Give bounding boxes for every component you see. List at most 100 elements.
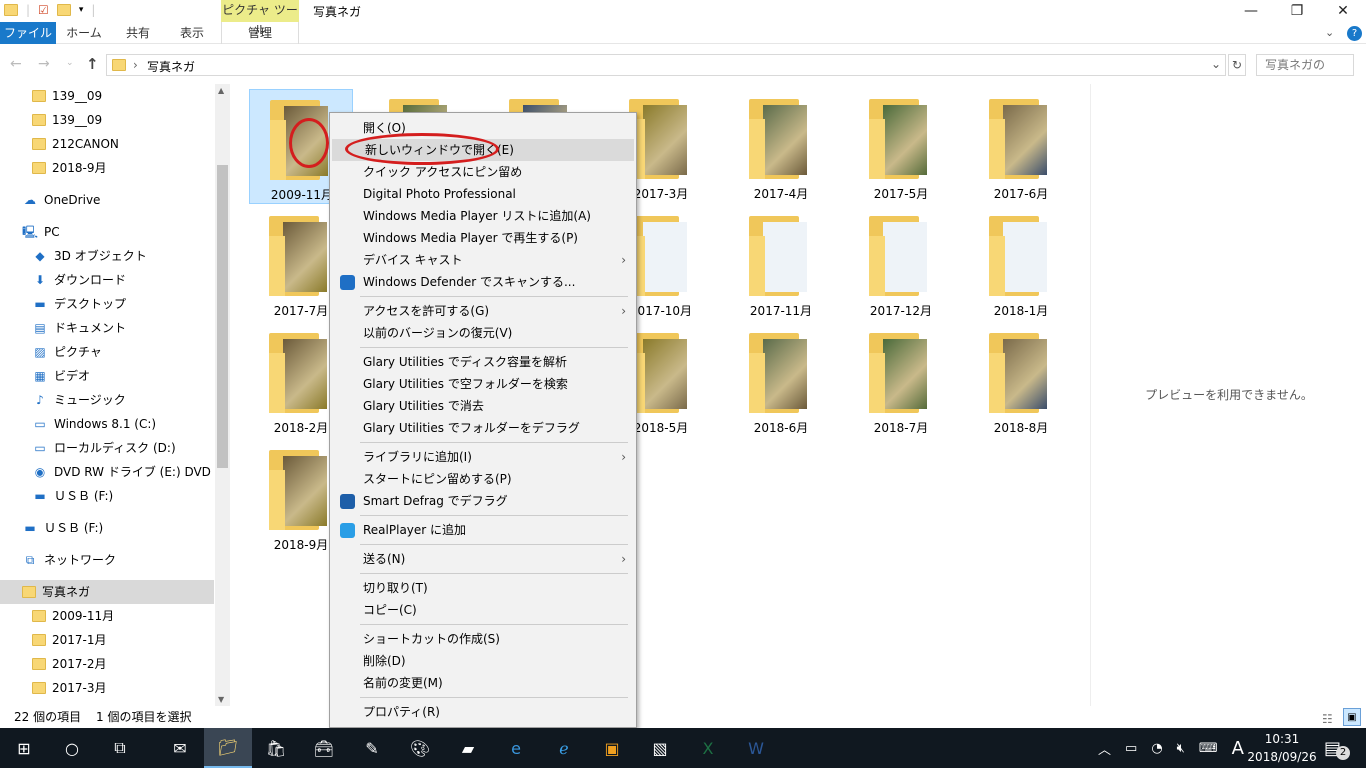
menu-item[interactable]: RealPlayer に追加 [330,519,636,541]
details-view-button[interactable]: ☷ [1322,710,1333,728]
clock[interactable]: 10:31 2018/09/26 [1247,728,1316,768]
nav-item[interactable]: ▭ Windows 8.1 (C:) [0,412,214,436]
menu-item[interactable]: クイック アクセスにピン留め [330,161,636,183]
folder-item[interactable]: 2017-5月 [849,89,953,204]
internet-explorer-icon[interactable]: ℯ [540,728,588,768]
menu-item[interactable]: 削除(D) [330,650,636,672]
address-dropdown-icon[interactable]: ⌄ [1211,57,1221,71]
maximize-button[interactable]: ❐ [1274,0,1320,22]
menu-item[interactable]: 以前のバージョンの復元(V) [330,322,636,344]
nav-item[interactable]: 🖳 PC [0,220,214,244]
cortana-icon[interactable]: ○ [48,728,96,768]
nav-item[interactable]: 139__09 [0,108,214,132]
menu-item[interactable]: Windows Media Player で再生する(P) [330,227,636,249]
palette-icon[interactable]: 🎨︎ [396,728,444,768]
menu-item[interactable]: Glary Utilities で消去 [330,395,636,417]
menu-item[interactable]: Glary Utilities で空フォルダーを検索 [330,373,636,395]
nav-item[interactable]: ▨ ピクチャ [0,340,214,364]
nav-item[interactable]: ▭ ローカルディスク (D:) [0,436,214,460]
battery-icon[interactable]: ▭ [1125,741,1137,756]
folder-item[interactable]: 2017-11月 [729,206,833,321]
refresh-button[interactable]: ↻ [1228,54,1246,76]
close-button[interactable]: ✕ [1320,0,1366,22]
nav-item[interactable]: 2009-11月 [0,604,214,628]
nav-item[interactable]: ☁ OneDrive [0,188,214,212]
new-folder-icon[interactable] [56,4,71,16]
store-icon[interactable]: 🛍︎ [252,728,300,768]
tab-manage[interactable]: 管理 [221,22,299,44]
nav-item[interactable]: ▬ ＵＳＢ (F:) [0,484,214,508]
customize-qat-icon[interactable]: ▾ [79,5,84,15]
folder-item[interactable]: 2017-4月 [729,89,833,204]
paint-icon[interactable]: ✎ [348,728,396,768]
menu-item[interactable]: ショートカットの作成(S) [330,628,636,650]
nav-item[interactable]: ⧉ ネットワーク [0,548,214,572]
tab-share[interactable]: 共有 [112,22,164,44]
menu-item[interactable]: アクセスを許可する(G) › [330,300,636,322]
file-explorer-icon[interactable]: 📁︎ [204,728,252,768]
scroll-down-icon[interactable]: ▼ [218,695,224,704]
menu-item[interactable]: Glary Utilities でフォルダーをデフラグ [330,417,636,439]
menu-item[interactable]: 名前の変更(M) [330,672,636,694]
nav-item[interactable]: ▬ ＵＳＢ (F:) [0,516,214,540]
recent-locations-button[interactable]: ⌄ [66,58,74,68]
menu-item[interactable]: ライブラリに追加(I) › [330,446,636,468]
minimize-button[interactable]: — [1228,0,1274,22]
folder-item[interactable]: 2018-6月 [729,323,833,438]
nav-item[interactable]: 写真ネガ [0,580,214,604]
help-icon[interactable]: ? [1347,26,1362,41]
nav-item[interactable]: ▦ ビデオ [0,364,214,388]
menu-item[interactable]: デバイス キャスト › [330,249,636,271]
scroll-thumb[interactable] [217,165,228,468]
excel-icon[interactable]: X [684,728,732,768]
mail-icon[interactable]: ✉ [156,728,204,768]
menu-item[interactable]: プロパティ(R) [330,701,636,723]
tab-file[interactable]: ファイル [0,22,56,44]
scroll-up-icon[interactable]: ▲ [218,86,224,95]
wifi-icon[interactable]: ◔ [1151,741,1162,756]
action-center-button[interactable]: ▤ 2 [1324,728,1350,768]
keyboard-icon[interactable]: ⌨ [1199,741,1218,756]
nav-item[interactable]: 2017-2月 [0,652,214,676]
breadcrumb-item[interactable]: 写真ネガ [147,58,195,75]
volume-muted-icon[interactable]: 🔇︎ [1177,741,1185,756]
tab-home[interactable]: ホーム [58,22,110,44]
edge-icon[interactable]: e [492,728,540,768]
tab-view[interactable]: 表示 [166,22,218,44]
up-button[interactable]: ↑ [86,55,99,73]
menu-item[interactable]: 送る(N) › [330,548,636,570]
menu-item[interactable]: コピー(C) [330,599,636,621]
nav-item[interactable]: ▬ デスクトップ [0,292,214,316]
forward-button[interactable]: → [38,56,50,72]
expand-ribbon-icon[interactable]: ⌄ [1325,26,1334,39]
menu-item[interactable]: 切り取り(T) [330,577,636,599]
menu-item[interactable]: Glary Utilities でディスク容量を解析 [330,351,636,373]
sticky-notes-icon[interactable]: ▰ [444,728,492,768]
nav-item[interactable]: 139__09 [0,84,214,108]
menu-item[interactable]: Windows Defender でスキャンする... [330,271,636,293]
search-input[interactable]: 写真ネガの [1256,54,1354,76]
start-icon[interactable]: ⊞ [0,728,48,768]
menu-item[interactable]: Windows Media Player リストに追加(A) [330,205,636,227]
folder-item[interactable]: 2018-1月 [969,206,1073,321]
nav-item[interactable]: ◉ DVD RW ドライブ (E:) DVD [0,460,214,484]
menu-item[interactable]: Smart Defrag でデフラグ [330,490,636,512]
ime-indicator[interactable]: A [1232,738,1244,759]
word-icon[interactable]: W [732,728,780,768]
menu-item[interactable]: Digital Photo Professional [330,183,636,205]
folder-item[interactable]: 2018-8月 [969,323,1073,438]
folder-item[interactable]: 2017-12月 [849,206,953,321]
show-hidden-icons[interactable]: ︿ [1098,739,1111,758]
nav-item[interactable]: 212CANON [0,132,214,156]
app-icon[interactable]: ▣ [588,728,636,768]
toolbox-icon[interactable]: 🧰︎ [300,728,348,768]
nav-item[interactable]: ▤ ドキュメント [0,316,214,340]
folder-item[interactable]: 2017-6月 [969,89,1073,204]
task-view-icon[interactable]: ⧉ [96,728,144,768]
nav-item[interactable]: 2017-3月 [0,676,214,700]
back-button[interactable]: ← [10,56,22,72]
address-bar[interactable]: › 写真ネガ ⌄ [106,54,1226,76]
nav-item[interactable]: ♪ ミュージック [0,388,214,412]
nav-item[interactable]: 2017-1月 [0,628,214,652]
nav-item[interactable]: 2018-9月 [0,156,214,180]
